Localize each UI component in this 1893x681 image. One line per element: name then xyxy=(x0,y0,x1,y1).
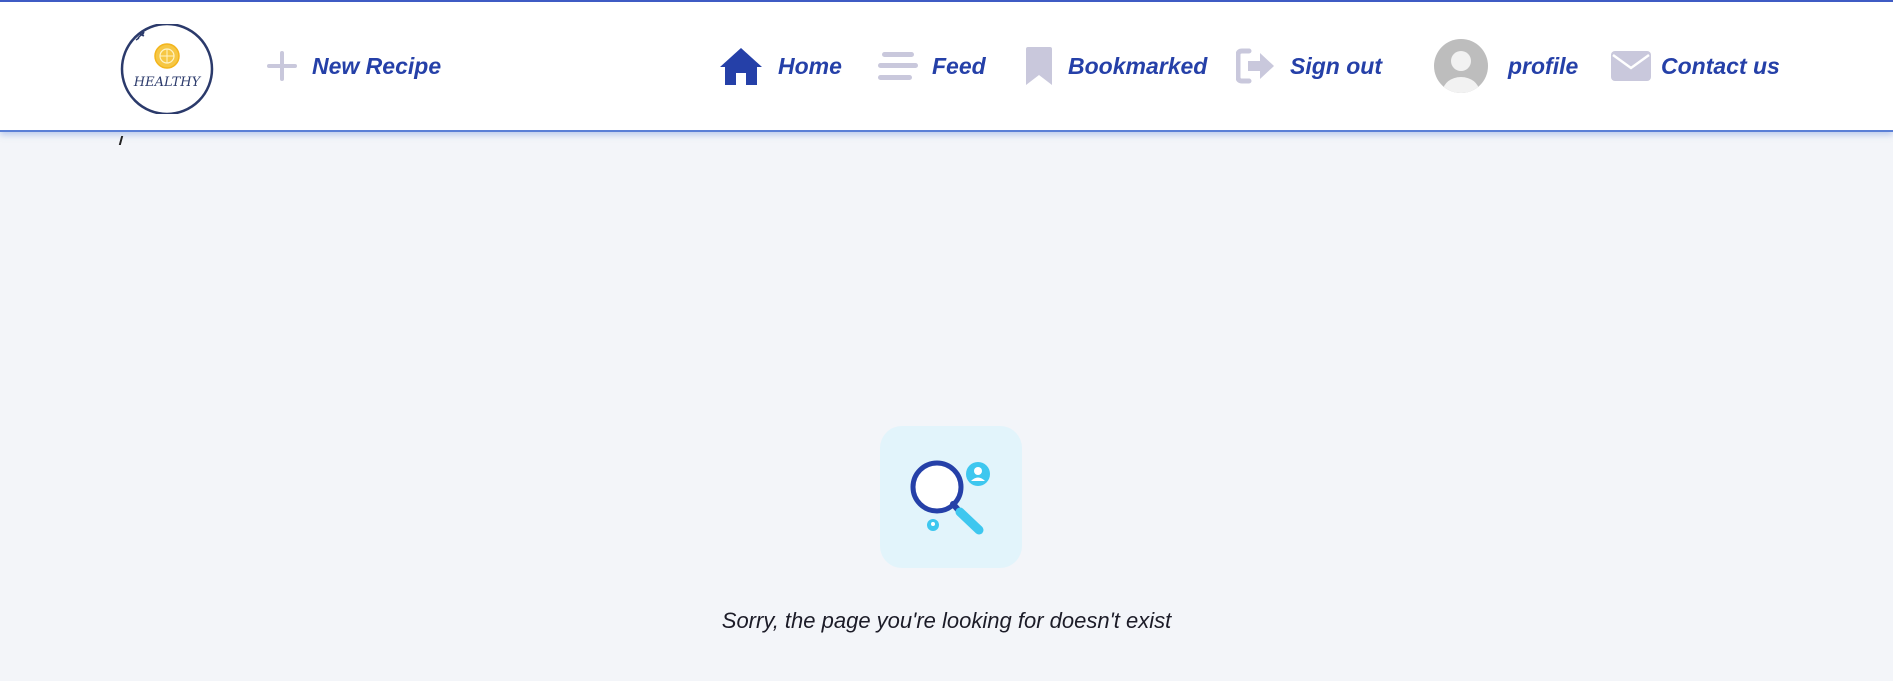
bookmark-icon xyxy=(1024,46,1054,86)
not-found-illustration xyxy=(880,426,1022,568)
sign-out-icon xyxy=(1236,48,1276,84)
avatar-icon xyxy=(1434,39,1488,93)
not-found-message: Sorry, the page you're looking for doesn… xyxy=(721,608,1172,633)
nav-profile[interactable]: profile xyxy=(1434,2,1578,130)
logo[interactable]: HEALTHY xyxy=(120,22,215,116)
home-icon xyxy=(718,46,764,86)
nav-sign-out[interactable]: Sign out xyxy=(1236,2,1382,130)
nav-bookmarked[interactable]: Bookmarked xyxy=(1024,2,1207,130)
nav-new-recipe[interactable]: New Recipe xyxy=(266,2,441,130)
logo-icon: HEALTHY xyxy=(120,22,214,116)
nav-home[interactable]: Home xyxy=(718,2,842,130)
nav-contact-label: Contact us xyxy=(1661,52,1780,79)
plus-icon xyxy=(266,50,298,82)
menu-lines-icon xyxy=(878,50,918,82)
search-magnifier-icon xyxy=(910,460,990,535)
navbar: HEALTHY New Recipe Home Feed Bookmarked … xyxy=(0,2,1893,132)
stray-mark xyxy=(118,136,124,145)
logo-text: HEALTHY xyxy=(133,75,202,90)
nav-profile-label: profile xyxy=(1508,52,1579,79)
nav-sign-out-label: Sign out xyxy=(1290,52,1382,79)
nav-home-label: Home xyxy=(778,52,842,79)
nav-bookmarked-label: Bookmarked xyxy=(1068,52,1208,79)
nav-contact[interactable]: Contact us xyxy=(1611,2,1780,130)
nav-feed-label: Feed xyxy=(932,52,986,79)
envelope-icon xyxy=(1611,51,1651,81)
nav-new-recipe-label: New Recipe xyxy=(312,52,442,79)
nav-feed[interactable]: Feed xyxy=(878,2,986,130)
